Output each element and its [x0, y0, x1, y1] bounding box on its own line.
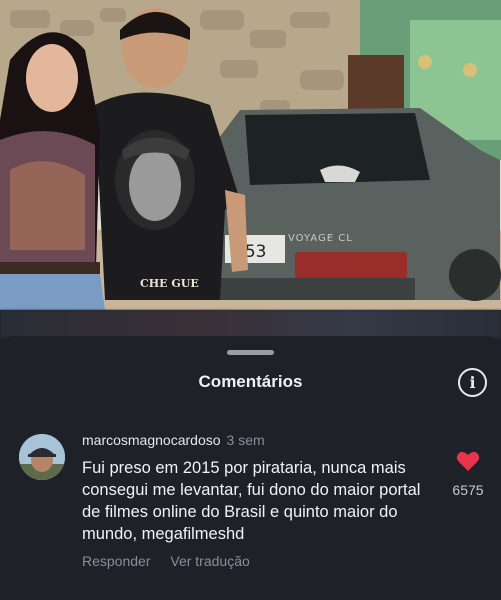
avatar[interactable] [19, 434, 65, 480]
comments-sheet: Comentários i marcosmagnocardoso 3 sem Fu… [0, 336, 501, 600]
info-icon[interactable]: i [458, 368, 487, 397]
comment-text: Fui preso em 2015 por pirataria, nunca m… [82, 459, 421, 543]
car-badge: VOYAGE CL [288, 233, 353, 244]
backdrop-strip [0, 310, 501, 338]
photo-illustration: 353 VOYAGE CL CHE GUE [0, 0, 501, 310]
reply-button[interactable]: Responder [82, 553, 151, 569]
translate-button[interactable]: Ver tradução [170, 553, 249, 569]
heart-icon [456, 451, 480, 471]
post-photo: 353 VOYAGE CL CHE GUE [0, 0, 501, 310]
username[interactable]: marcosmagnocardoso [82, 432, 221, 448]
comment-time: 3 sem [226, 432, 265, 448]
drag-handle[interactable] [227, 350, 274, 355]
like-button[interactable]: 6575 [446, 450, 490, 498]
sheet-title: Comentários [198, 372, 303, 391]
comment-item: marcosmagnocardoso 3 sem Fui preso em 201… [0, 432, 501, 572]
shirt-print: CHE GUE [140, 277, 199, 290]
comment-actions: Responder Ver tradução [82, 553, 266, 569]
comment-header: marcosmagnocardoso 3 sem [82, 432, 265, 448]
info-glyph: i [469, 373, 476, 392]
avatar-image [19, 434, 65, 480]
like-count: 6575 [452, 482, 484, 498]
